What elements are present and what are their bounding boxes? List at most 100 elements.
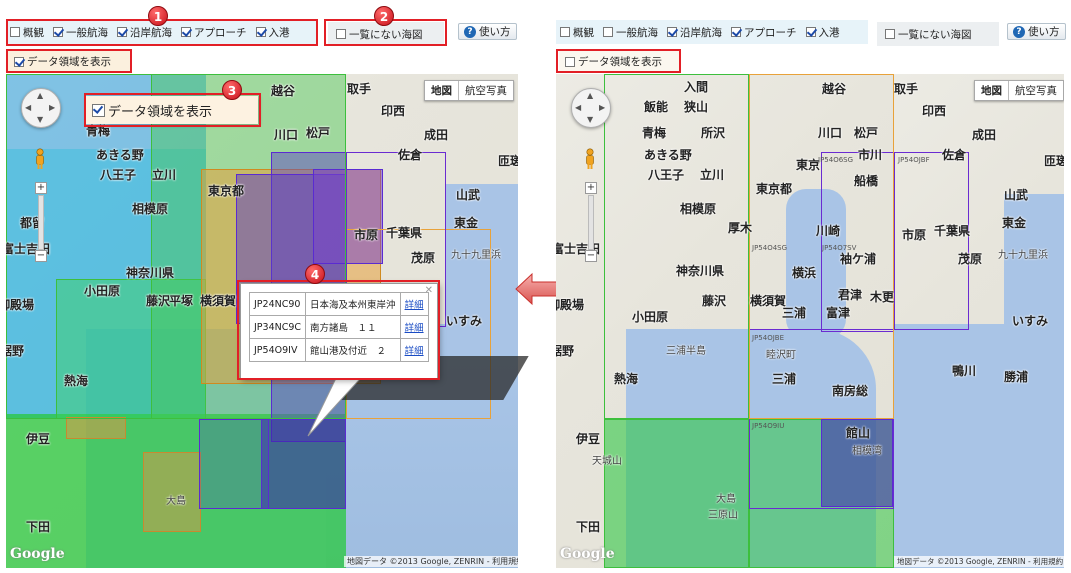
- filter-approach-right[interactable]: アプローチ: [731, 25, 797, 40]
- attribution-right[interactable]: 地図データ ©2013 Google, ZENRIN - 利用規約: [894, 556, 1064, 567]
- place-ichikawa: 市川: [858, 148, 883, 162]
- badge-3: 3: [222, 80, 242, 100]
- place-yokosuka: 三浦: [782, 306, 807, 320]
- map-type-map-left[interactable]: 地図: [425, 81, 459, 100]
- howto-button-left[interactable]: ? 使い方: [458, 23, 517, 40]
- place-kanagawa-right: 神奈川県: [676, 264, 725, 278]
- howto-button-right[interactable]: ? 使い方: [1007, 23, 1066, 40]
- checkbox-not-listed-right[interactable]: [885, 29, 895, 39]
- pan-up-icon[interactable]: ▲: [587, 91, 593, 100]
- pan-control-right[interactable]: ▲ ▼ ◀ ▶: [571, 88, 611, 128]
- map-right-east[interactable]: 取手 印西 成田 佐倉 匝瑳 山武 東金 千葉県 市原 茂原 九十九里浜 いすみ…: [894, 74, 1064, 568]
- place-tokyo-left: 東京都: [208, 184, 245, 198]
- ocean-right-east: [894, 324, 1064, 568]
- place-atsugi: 厚木: [728, 221, 753, 235]
- filter-general-right[interactable]: 一般航海: [603, 25, 658, 40]
- place-hachioji-right: 八王子: [648, 168, 685, 182]
- pan-down-icon[interactable]: ▼: [37, 115, 43, 124]
- place-gotemba-right: 御殿場: [556, 298, 585, 312]
- place-futtsu: 富津: [826, 306, 851, 320]
- zoom-in-button-right[interactable]: +: [585, 182, 597, 194]
- place-shimoda: 下田: [26, 520, 51, 534]
- map-type-satellite-right[interactable]: 航空写真: [1009, 81, 1063, 100]
- map-type-control-right[interactable]: 地図 航空写真: [974, 80, 1064, 101]
- place-tokyoto: 東京都: [756, 182, 793, 196]
- place-koshigaya-right: 越谷: [822, 82, 847, 96]
- zoom-slider-right[interactable]: [588, 195, 594, 250]
- place-kujukuri: 九十九里浜: [451, 250, 501, 261]
- place-toride-right: 取手: [894, 82, 919, 96]
- place-sosa: 匝瑳: [498, 154, 518, 168]
- highlight-popup: [237, 280, 440, 380]
- place-miura: 三浦: [772, 372, 797, 386]
- pegman-icon-right[interactable]: [583, 148, 597, 170]
- map-type-satellite-left[interactable]: 航空写真: [459, 81, 513, 100]
- pan-down-icon[interactable]: ▼: [587, 115, 593, 124]
- zoom-out-button-left[interactable]: −: [35, 250, 47, 262]
- pegman-icon[interactable]: [33, 148, 47, 170]
- filter-overview-right[interactable]: 概観: [560, 25, 594, 40]
- checkbox-approach-right[interactable]: [731, 27, 741, 37]
- place-oshima-right: 大島: [716, 494, 736, 505]
- zoom-in-button-left[interactable]: +: [35, 182, 47, 194]
- place-hiratsuka: 藤沢: [146, 294, 171, 308]
- place-kujukuri-right: 九十九里浜: [998, 250, 1048, 261]
- place-sodegaura: 袖ケ浦: [840, 252, 877, 266]
- chart-label-a: JP54O6SG: [818, 156, 854, 164]
- pan-control-left[interactable]: ▲ ▼ ◀ ▶: [21, 88, 61, 128]
- place-inzai-right: 印西: [922, 104, 947, 118]
- place-akiruno-right: あきる野: [644, 148, 692, 162]
- place-susono: 裾野: [6, 344, 25, 358]
- place-ichihara-right: 市原: [902, 228, 927, 242]
- pan-up-icon[interactable]: ▲: [37, 91, 43, 100]
- place-mobara-right: 茂原: [958, 252, 983, 266]
- checkbox-general-right[interactable]: [603, 27, 613, 37]
- callout-pointer: [307, 370, 369, 437]
- place-isumi: いすみ: [446, 314, 483, 328]
- filter-general-label-right: 一般航海: [616, 26, 658, 39]
- help-icon-right: ?: [1013, 25, 1025, 38]
- help-icon: ?: [464, 25, 476, 38]
- map-type-map-right[interactable]: 地図: [975, 81, 1009, 100]
- not-listed-bar-right[interactable]: 一覧にない海図: [877, 22, 999, 46]
- place-isumi-right: いすみ: [1012, 314, 1049, 328]
- place-tateyama: 館山: [846, 426, 871, 440]
- place-narita: 成田: [424, 128, 449, 142]
- place-iruma: 入間: [684, 80, 709, 94]
- place-kisarazu: 木更津: [870, 290, 894, 304]
- filter-approach-label-right: アプローチ: [744, 26, 797, 39]
- filter-harbor-right[interactable]: 入港: [805, 25, 840, 40]
- place-atami: 熱海: [64, 374, 89, 388]
- place-togane-right: 東金: [1002, 216, 1027, 230]
- place-mobara: 茂原: [411, 251, 436, 265]
- pan-right-icon[interactable]: ▶: [49, 103, 55, 112]
- place-hiratsuka-right: 藤沢: [702, 294, 727, 308]
- place-odawara: 小田原: [84, 284, 121, 298]
- place-shimoda-right: 下田: [576, 520, 601, 534]
- place-sayama: 狭山: [684, 100, 709, 114]
- pan-right-icon[interactable]: ▶: [599, 103, 605, 112]
- map-type-control-left[interactable]: 地図 航空写真: [424, 80, 514, 101]
- checkbox-overview-right[interactable]: [560, 27, 570, 37]
- place-kamogawa: 鴨川: [952, 364, 977, 378]
- place-yokohama: 横浜: [792, 266, 817, 280]
- place-sakura-right: 佐倉: [942, 148, 967, 162]
- place-sanmu-right: 山武: [1004, 188, 1029, 202]
- pan-left-icon[interactable]: ◀: [575, 103, 581, 112]
- checkbox-harbor-right[interactable]: [805, 27, 816, 37]
- chart-label-c: JP54O4SG: [752, 244, 788, 252]
- attribution-left[interactable]: 地図データ ©2013 Google, ZENRIN - 利用規約: [344, 556, 518, 567]
- map-right[interactable]: 飯能 狭山 入間 青梅 所沢 川口 松戸 越谷 あきる野 八王子 立川 東京 市…: [556, 74, 894, 568]
- place-tokorozawa: 所沢: [701, 126, 726, 140]
- place-funabashi: 船橋: [854, 174, 879, 188]
- place-kimitsu: 君津: [838, 288, 863, 302]
- zoom-out-button-right[interactable]: −: [585, 250, 597, 262]
- checkbox-coastal-right[interactable]: [667, 27, 677, 37]
- place-tachikawa: 立川: [152, 168, 177, 182]
- zoom-slider-left[interactable]: [38, 195, 44, 250]
- pan-left-icon[interactable]: ◀: [25, 103, 31, 112]
- place-sagamihara: 相模原: [132, 202, 169, 216]
- place-sosa-right: 匝瑳: [1044, 154, 1064, 168]
- place-togane: 東金: [454, 216, 479, 230]
- filter-coastal-right[interactable]: 沿岸航海: [667, 25, 722, 40]
